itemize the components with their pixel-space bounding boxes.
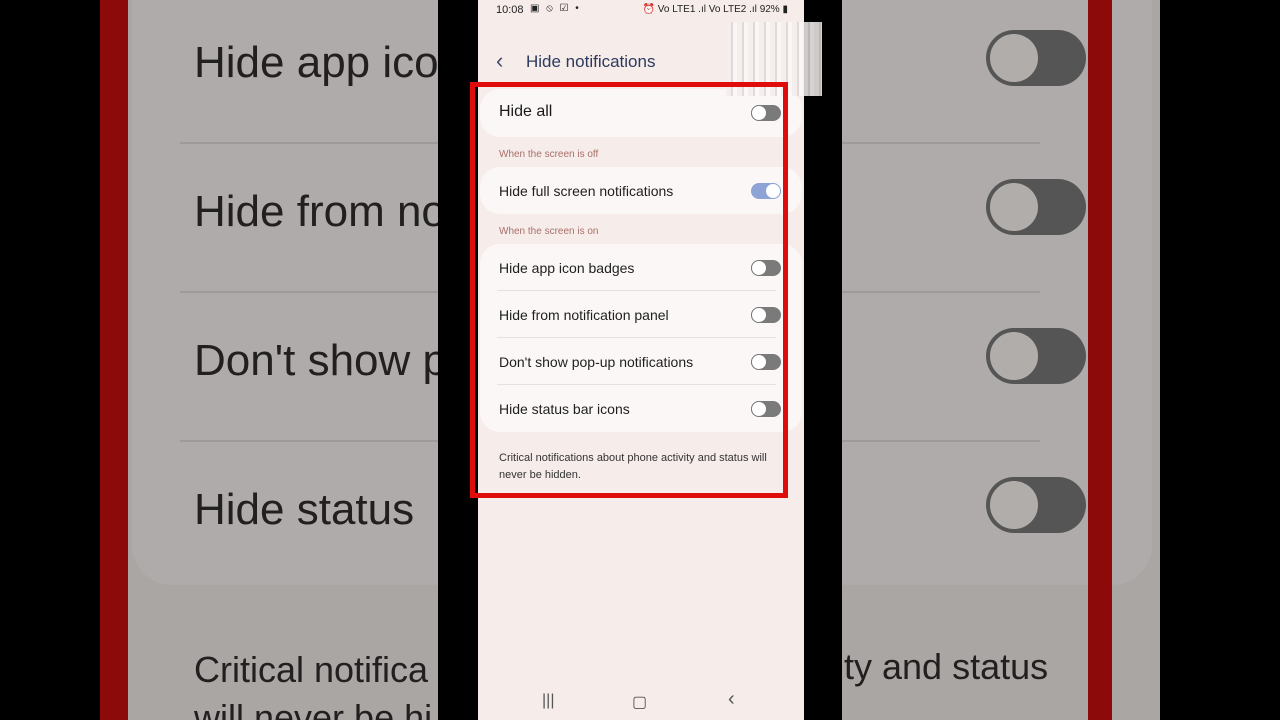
page-title: Hide notifications <box>526 52 656 71</box>
battery-level: 92% <box>759 4 780 15</box>
status-left-icons: ▣ ⦸ ☑ • <box>530 3 581 14</box>
status-bar: 10:08 ▣ ⦸ ☑ • ⏰ Vo LTE1 .ıl Vo LTE2 .ıl … <box>478 0 804 22</box>
status-right-icons: ⏰ Vo LTE1 .ıl Vo LTE2 .ıl 92% ▮ <box>643 4 788 15</box>
signal-icons: ⏰ Vo LTE1 .ıl Vo LTE2 .ıl <box>642 4 757 15</box>
navigation-bar: ||| ▢ ‹ <box>478 684 804 720</box>
battery-icon: ▮ <box>782 4 788 15</box>
status-time: 10:08 <box>496 4 524 16</box>
back-icon[interactable]: ‹ <box>728 688 735 711</box>
recents-icon[interactable]: ||| <box>542 692 554 710</box>
chevron-left-icon[interactable]: ‹ <box>496 50 516 72</box>
home-icon[interactable]: ▢ <box>632 692 647 712</box>
highlight-box <box>470 82 788 498</box>
